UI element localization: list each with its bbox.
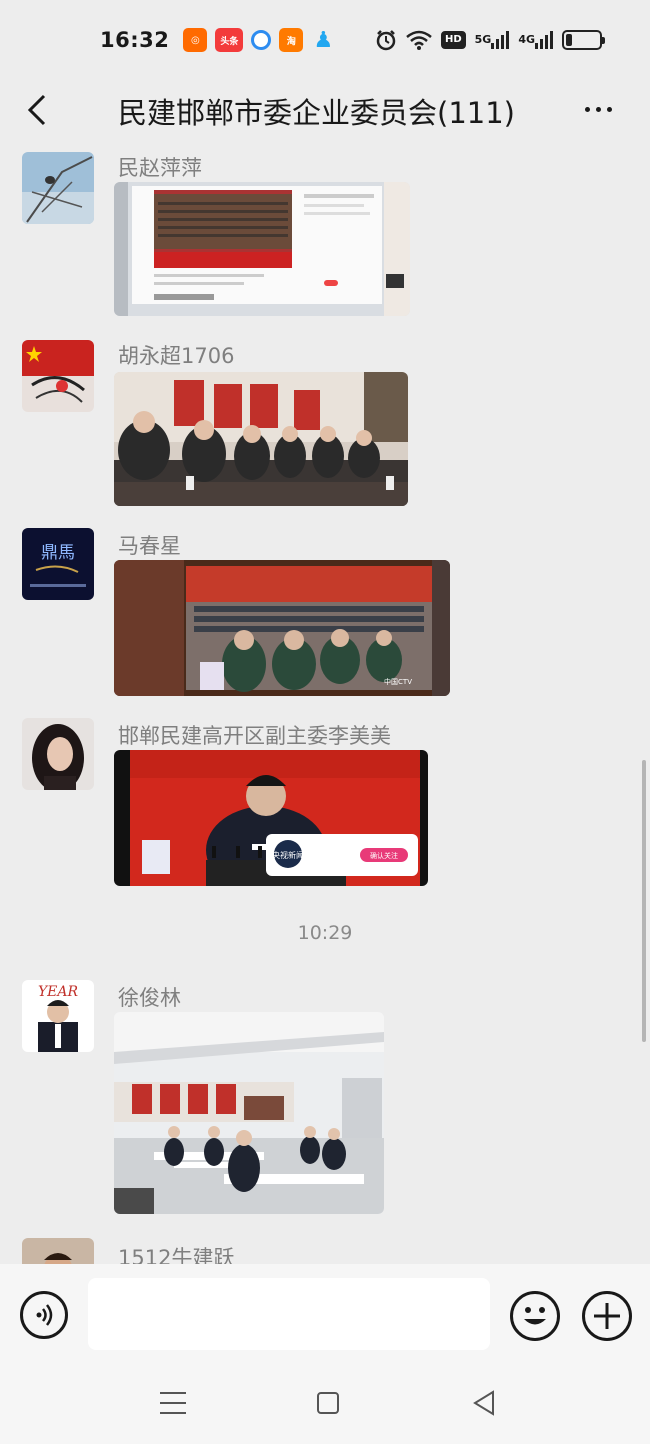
chat-title: 民建邯郸市委企业委员会(111) [118, 96, 515, 130]
avatar[interactable]: 鼎馬 [22, 528, 94, 600]
chat-messages[interactable]: 民赵萍萍 胡永超1706 鼎馬 马春星 中国CTV 邯郸民建高开区副主委李美美 … [0, 142, 650, 1264]
svg-text:鼎馬: 鼎馬 [41, 543, 75, 563]
system-nav-bar [0, 1364, 650, 1444]
sender-name: 徐俊林 [118, 986, 181, 1010]
svg-text:中国CTV: 中国CTV [384, 677, 412, 686]
more-dots-icon [584, 106, 590, 112]
avatar[interactable] [22, 1238, 94, 1264]
home-button[interactable] [317, 1392, 339, 1414]
sender-name: 马春星 [118, 534, 181, 558]
input-bar [0, 1264, 650, 1364]
triangle-back-icon [473, 1390, 494, 1416]
chat-header: 民建邯郸市委企业委员会(111) [0, 80, 650, 142]
signal-5g-icon: 5G [475, 31, 510, 49]
status-indicators: HD 5G 4G [375, 29, 605, 51]
sender-name: 1512牛建跃 [118, 1246, 235, 1264]
nav-back-button[interactable] [472, 1390, 496, 1416]
image-message[interactable]: 央视新闻 确认关注 [114, 750, 428, 886]
time-divider: 10:29 [297, 922, 353, 944]
plus-icon [594, 1303, 620, 1329]
sender-name: 胡永超1706 [118, 344, 235, 368]
message-input[interactable] [88, 1278, 490, 1350]
svg-text:YEAR: YEAR [38, 984, 79, 1000]
chevron-left-icon [27, 94, 46, 126]
voice-icon [36, 1304, 53, 1326]
avatar[interactable] [22, 718, 94, 790]
more-options-button[interactable] [578, 94, 618, 124]
smiley-icon [524, 1307, 546, 1325]
battery-icon [562, 30, 605, 50]
signal-4g-icon: 4G [518, 31, 553, 49]
kuaishou-icon: ◎ [183, 28, 208, 52]
sender-name: 民赵萍萍 [118, 156, 202, 180]
image-message[interactable] [114, 182, 410, 316]
voice-input-button[interactable] [20, 1291, 68, 1339]
svg-text:确认关注: 确认关注 [370, 851, 398, 860]
qq-icon: ♟ [313, 27, 334, 53]
emoji-button[interactable] [510, 1291, 560, 1341]
svg-text:央视新闻: 央视新闻 [272, 850, 304, 860]
alarm-icon [375, 29, 397, 51]
scrollbar[interactable] [642, 760, 646, 1042]
status-bar: 16:32 ◎ 头条 淘 ♟ HD 5G 4G [0, 0, 650, 80]
image-message[interactable]: 中国CTV [114, 560, 450, 696]
hd-voice-icon: HD [440, 31, 466, 49]
avatar[interactable] [22, 152, 94, 224]
taobao-icon: 淘 [279, 28, 304, 52]
status-time: 16:32 [100, 28, 170, 52]
wifi-icon [406, 30, 432, 50]
image-message[interactable] [114, 372, 408, 506]
recent-apps-button[interactable] [160, 1392, 186, 1416]
toutiao-icon: 头条 [215, 28, 244, 52]
circle-app-icon [251, 30, 272, 50]
avatar[interactable]: YEAR [22, 980, 94, 1052]
image-message[interactable] [114, 1012, 384, 1214]
back-button[interactable] [22, 92, 52, 128]
more-functions-button[interactable] [582, 1291, 632, 1341]
avatar[interactable] [22, 340, 94, 412]
sender-name: 邯郸民建高开区副主委李美美 [118, 724, 391, 748]
